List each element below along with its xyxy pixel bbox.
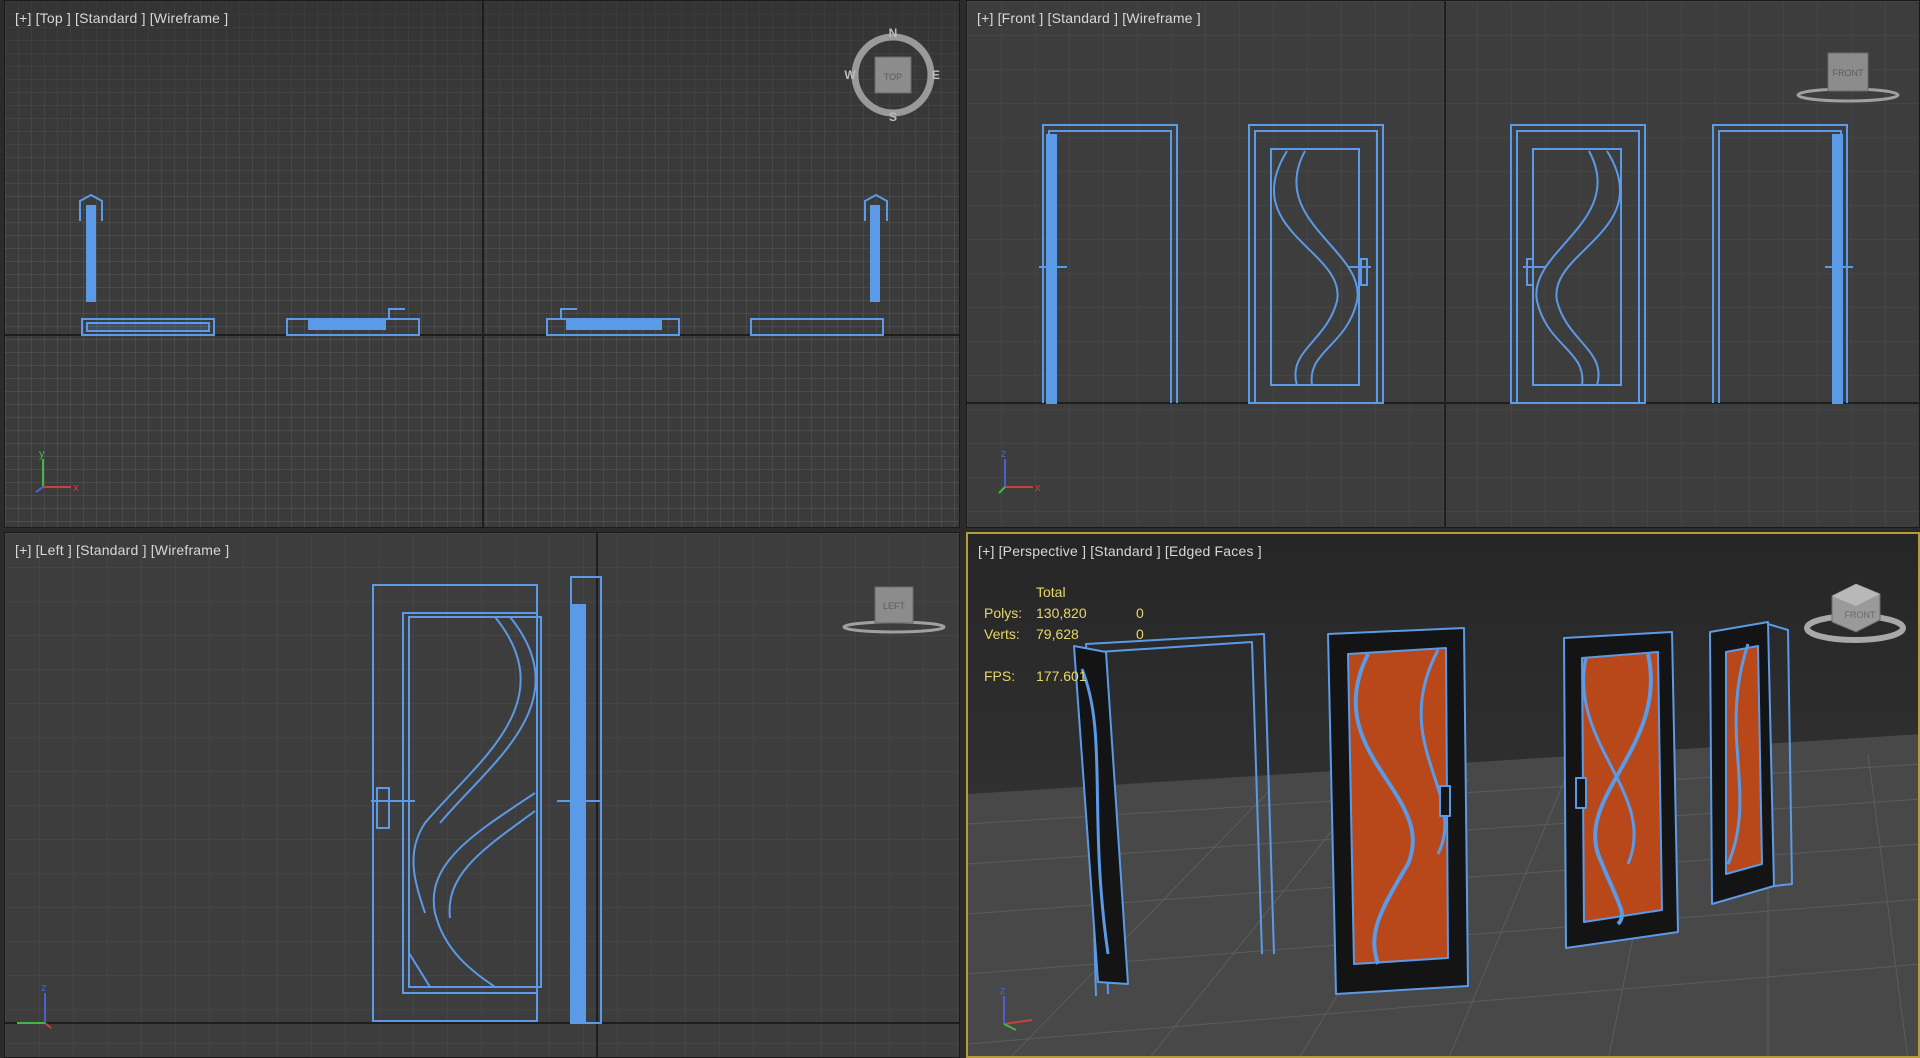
viewcube-face-label: TOP [884, 72, 902, 82]
viewport-left[interactable]: [+] [Left ] [Standard ] [Wireframe ] LEFT z [4, 532, 960, 1058]
viewport-shading-label[interactable]: [Standard ] [75, 10, 146, 26]
verts-label: Verts: [984, 626, 1020, 642]
axis-gizmo-left: z [17, 982, 52, 1029]
viewport-menu-plus[interactable]: [+] [978, 543, 995, 559]
axis-z-label: z [1001, 448, 1007, 460]
compass-e: E [932, 68, 940, 82]
front-scene [967, 1, 1919, 527]
viewcube-perspective[interactable]: FRONT [1800, 574, 1910, 650]
viewport-shading-label[interactable]: [Standard ] [1048, 10, 1119, 26]
viewcube-face-label: LEFT [883, 601, 906, 611]
axis-z-label: z [1000, 985, 1006, 997]
polys-label: Polys: [984, 605, 1023, 621]
viewport-menu-plus[interactable]: [+] [977, 10, 994, 26]
axis-y-label: y [39, 448, 45, 460]
polys-value: 130,820 [1036, 605, 1087, 621]
viewport-perspective[interactable]: [+] [Perspective ] [Standard ] [Edged Faces… [966, 532, 1920, 1058]
axis-x-label: x [1035, 482, 1041, 494]
viewcube-front[interactable]: FRONT [1793, 47, 1903, 107]
viewcube-top[interactable]: TOP N S E W [843, 25, 943, 125]
top-scene [5, 1, 959, 527]
axis-gizmo-top: y x [35, 448, 79, 494]
viewport-label-perspective[interactable]: [+] [Perspective ] [Standard ] [Edged Faces… [978, 543, 1266, 559]
polys-selected: 0 [1136, 605, 1144, 621]
compass-w: W [844, 68, 856, 82]
viewport-display-label[interactable]: [Wireframe ] [150, 10, 229, 26]
scene-statistics: Total Polys: 130,820 0 Verts: 79,628 0 FPS: 1… [984, 582, 1176, 687]
viewport-top[interactable]: [+] [Top ] [Standard ] [Wireframe ] TOP N S… [4, 0, 960, 528]
viewcube-left[interactable]: LEFT [839, 579, 949, 639]
viewport-pov-label[interactable]: [Front ] [998, 10, 1044, 26]
viewport-label-left[interactable]: [+] [Left ] [Standard ] [Wireframe ] [15, 542, 233, 558]
left-scene [5, 533, 959, 1057]
viewport-label-front[interactable]: [+] [Front ] [Standard ] [Wireframe ] [977, 10, 1205, 26]
axis-x-label: x [73, 482, 79, 494]
fps-value: 177.601 [1036, 668, 1087, 684]
viewport-front[interactable]: [+] [Front ] [Standard ] [Wireframe ] FRONT… [966, 0, 1920, 528]
compass-n: N [889, 26, 898, 40]
viewport-label-top[interactable]: [+] [Top ] [Standard ] [Wireframe ] [15, 10, 232, 26]
viewcube-face-label: FRONT [1833, 68, 1864, 78]
viewport-display-label[interactable]: [Edged Faces ] [1165, 543, 1262, 559]
viewport-menu-plus[interactable]: [+] [15, 542, 32, 558]
viewport-pov-label[interactable]: [Perspective ] [999, 543, 1087, 559]
viewport-display-label[interactable]: [Wireframe ] [1122, 10, 1201, 26]
viewcube-face-label: FRONT [1845, 610, 1876, 620]
fps-label: FPS: [984, 668, 1016, 684]
verts-value: 79,628 [1036, 626, 1079, 642]
stats-header: Total [1036, 584, 1066, 600]
viewport-menu-plus[interactable]: [+] [15, 10, 32, 26]
viewport-shading-label[interactable]: [Standard ] [76, 542, 147, 558]
axis-gizmo-front: z x [998, 448, 1041, 494]
viewport-shading-label[interactable]: [Standard ] [1090, 543, 1161, 559]
verts-selected: 0 [1136, 626, 1144, 642]
viewport-display-label[interactable]: [Wireframe ] [151, 542, 230, 558]
axis-gizmo-perspective: z [1000, 985, 1033, 1031]
axis-z-label: z [41, 982, 47, 994]
viewport-pov-label[interactable]: [Top ] [36, 10, 71, 26]
compass-s: S [889, 110, 897, 124]
viewport-pov-label[interactable]: [Left ] [36, 542, 72, 558]
